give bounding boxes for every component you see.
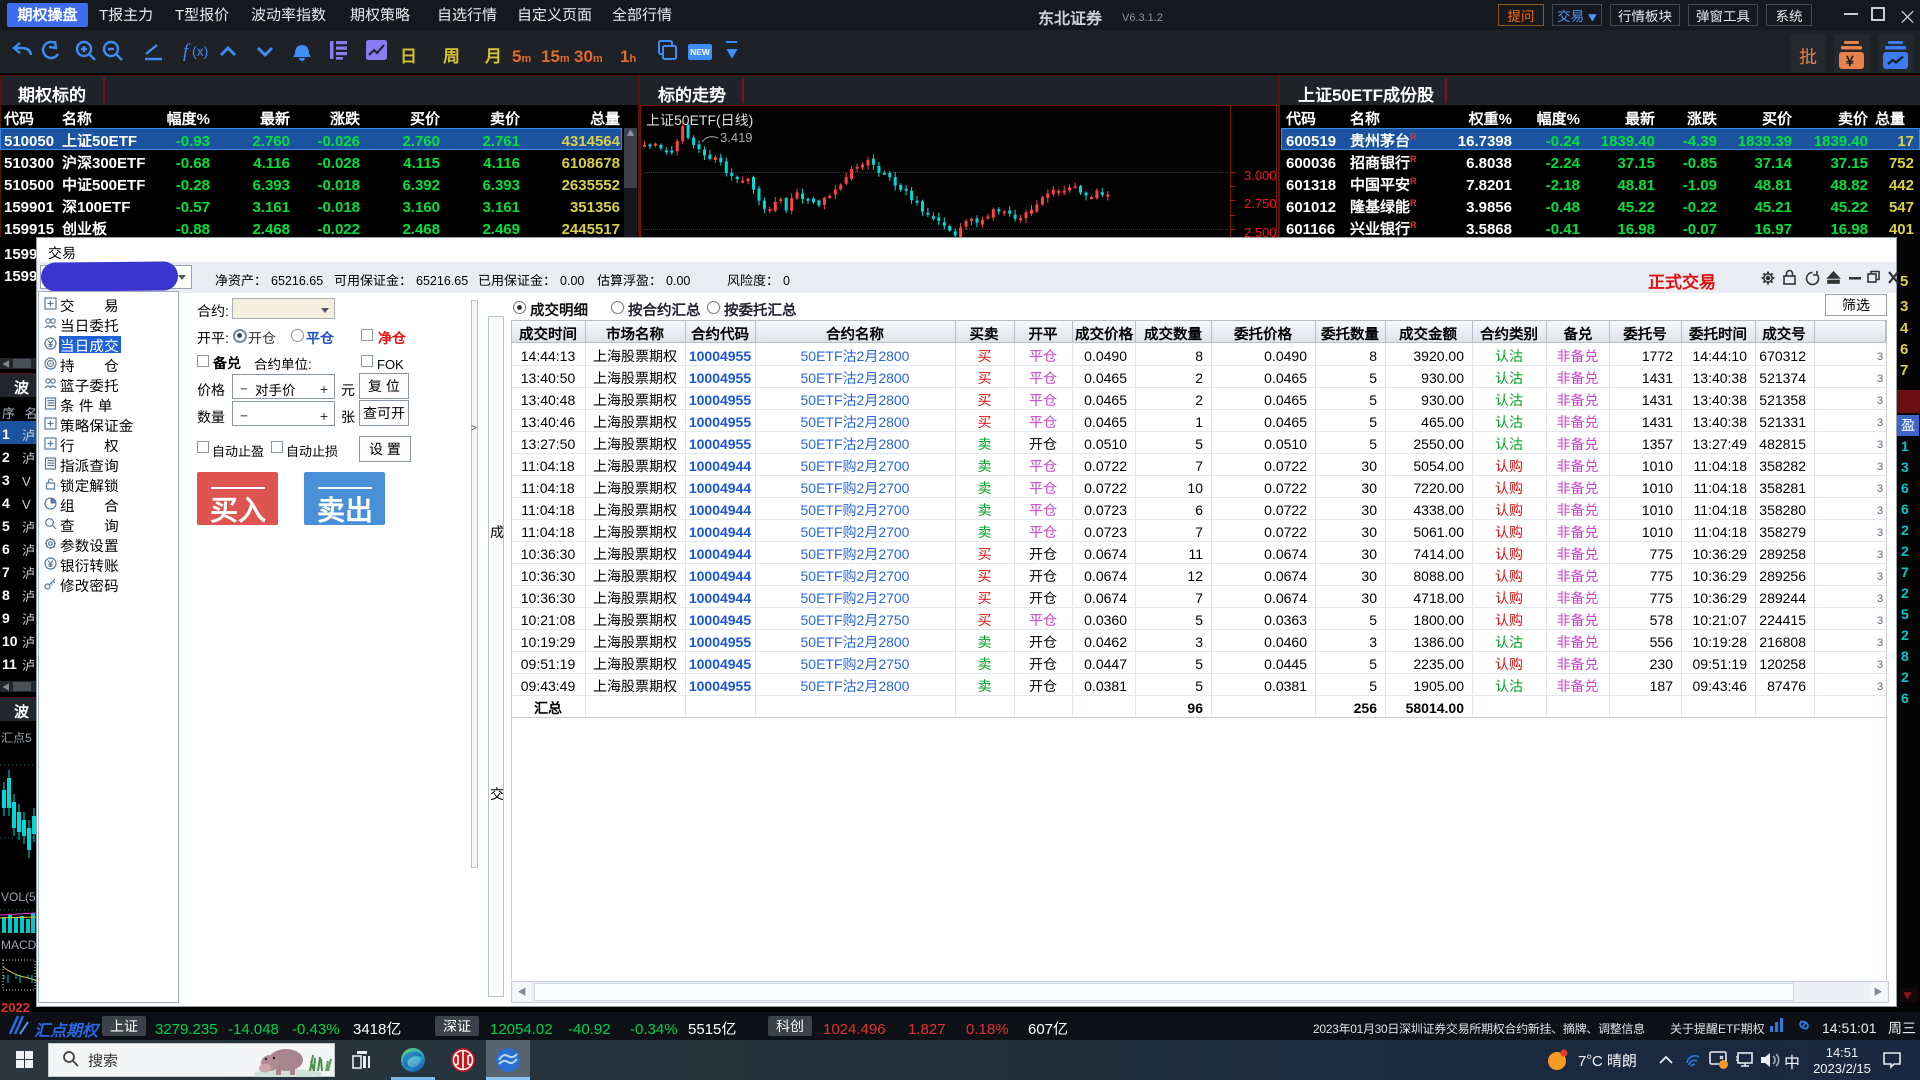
svg-text:¥: ¥	[1845, 51, 1854, 70]
